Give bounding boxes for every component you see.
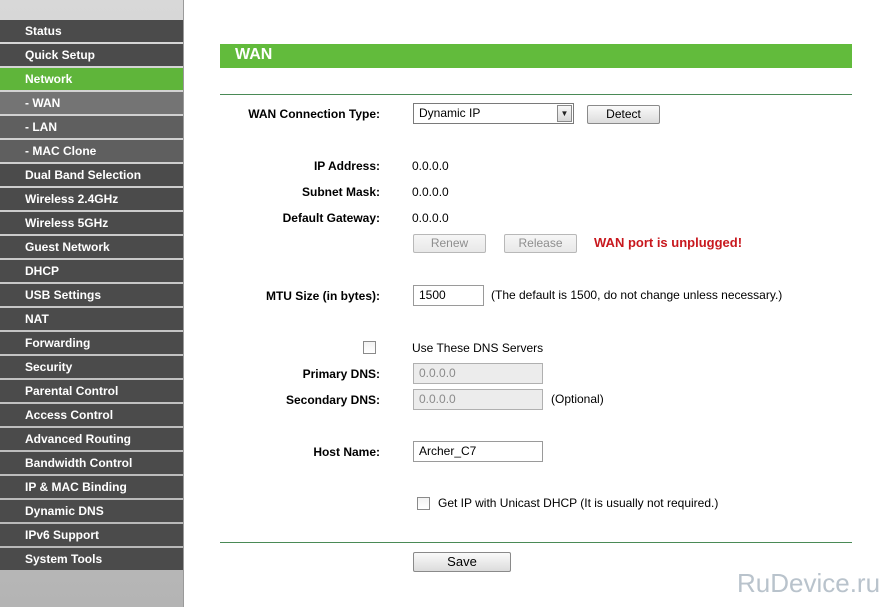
subnet-mask-label: Subnet Mask: [301,185,380,199]
release-button[interactable]: Release [504,234,577,253]
page-title: WAN [220,44,852,68]
sidebar-item-status[interactable]: Status [0,20,183,42]
sidebar-item-advanced-routing[interactable]: Advanced Routing [0,428,183,450]
sidebar-item-mac-clone[interactable]: - MAC Clone [0,140,183,162]
sidebar-item-ip-mac-binding[interactable]: IP & MAC Binding [0,476,183,498]
save-button[interactable]: Save [413,552,511,572]
subnet-mask-value: 0.0.0.0 [412,185,449,199]
sidebar-item-guest-network[interactable]: Guest Network [0,236,183,258]
sidebar-item-access-control[interactable]: Access Control [0,404,183,426]
sidebar-item-quick-setup[interactable]: Quick Setup [0,44,183,66]
sidebar-item-wireless-24ghz[interactable]: Wireless 2.4GHz [0,188,183,210]
default-gateway-value: 0.0.0.0 [412,211,449,225]
detect-button[interactable]: Detect [587,105,660,124]
wan-status-message: WAN port is unplugged! [594,235,743,250]
primary-dns-label: Primary DNS: [302,367,380,381]
wan-type-value: Dynamic IP [419,106,481,120]
sidebar-item-dynamic-dns[interactable]: Dynamic DNS [0,500,183,522]
mtu-label: MTU Size (in bytes): [265,289,380,303]
wan-type-label: WAN Connection Type: [248,107,380,121]
secondary-dns-hint: (Optional) [551,392,604,406]
sidebar-item-bandwidth-control[interactable]: Bandwidth Control [0,452,183,474]
host-name-input[interactable]: Archer_C7 [413,441,543,462]
use-dns-checkbox[interactable] [363,341,376,354]
sidebar-item-parental-control[interactable]: Parental Control [0,380,183,402]
sidebar-item-wireless-5ghz[interactable]: Wireless 5GHz [0,212,183,234]
ip-address-value: 0.0.0.0 [412,159,449,173]
secondary-dns-label: Secondary DNS: [285,393,380,407]
default-gateway-label: Default Gateway: [282,211,380,225]
wan-type-select[interactable]: Dynamic IP ▼ [413,103,574,124]
sidebar-item-security[interactable]: Security [0,356,183,378]
ip-address-label: IP Address: [313,159,380,173]
unicast-dhcp-label: Get IP with Unicast DHCP (It is usually … [438,496,719,510]
renew-button[interactable]: Renew [413,234,486,253]
sidebar-item-network[interactable]: Network [0,68,183,90]
mtu-input[interactable]: 1500 [413,285,484,306]
sidebar-item-ipv6-support[interactable]: IPv6 Support [0,524,183,546]
sidebar-item-lan[interactable]: - LAN [0,116,183,138]
sidebar-item-dhcp[interactable]: DHCP [0,260,183,282]
host-name-label: Host Name: [313,445,380,459]
sidebar: Status Quick Setup Network - WAN - LAN -… [0,0,184,607]
sidebar-item-forwarding[interactable]: Forwarding [0,332,183,354]
top-divider [220,94,852,95]
sidebar-item-nat[interactable]: NAT [0,308,183,330]
sidebar-item-dual-band-selection[interactable]: Dual Band Selection [0,164,183,186]
secondary-dns-input[interactable]: 0.0.0.0 [413,389,543,410]
chevron-down-icon[interactable]: ▼ [557,105,572,122]
primary-dns-input[interactable]: 0.0.0.0 [413,363,543,384]
sidebar-item-usb-settings[interactable]: USB Settings [0,284,183,306]
mtu-hint: (The default is 1500, do not change unle… [491,288,783,302]
sidebar-item-wan[interactable]: - WAN [0,92,183,114]
use-dns-label: Use These DNS Servers [412,341,544,355]
sidebar-item-system-tools[interactable]: System Tools [0,548,183,570]
sidebar-menu: Status Quick Setup Network - WAN - LAN -… [0,20,183,572]
unicast-dhcp-checkbox[interactable] [417,497,430,510]
bottom-divider [220,542,852,543]
watermark: RuDevice.ru [737,568,881,598]
